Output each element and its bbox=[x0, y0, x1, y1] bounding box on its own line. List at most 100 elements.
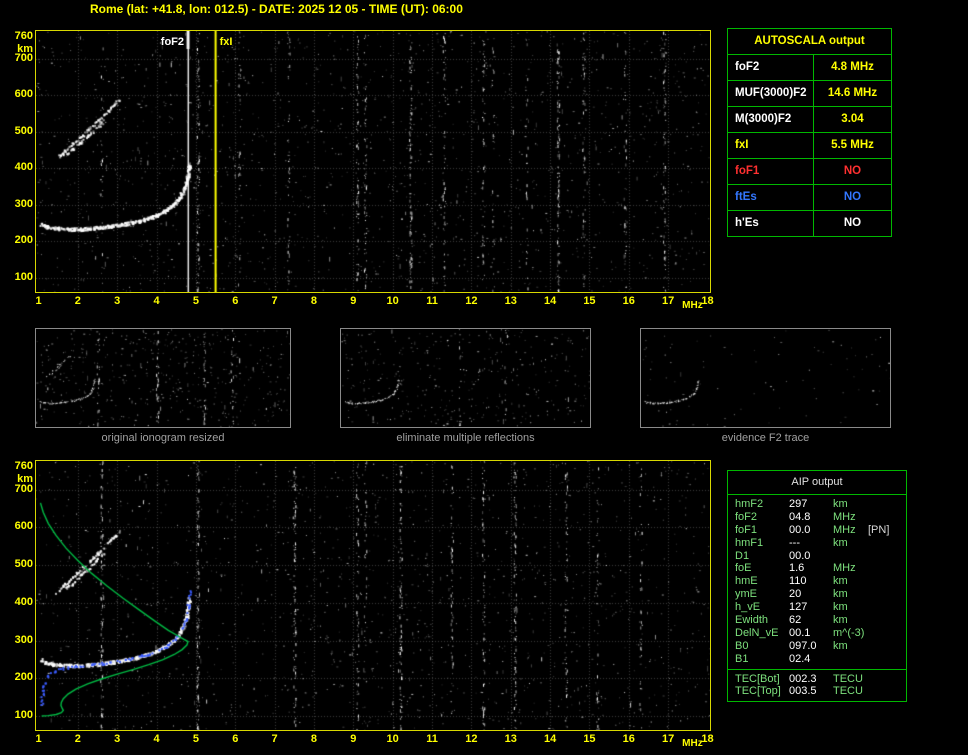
aip-param-label: D1 bbox=[735, 549, 750, 562]
aip-param-value: 00.0 bbox=[789, 549, 811, 562]
aip-param-value: 00.0 bbox=[789, 523, 811, 536]
foF2-marker-label: foF2 bbox=[160, 36, 185, 48]
aip-row-TEC[Bot]: TEC[Bot] 002.3 TECU bbox=[728, 673, 906, 686]
y-tick-top-600: 600 bbox=[14, 88, 33, 101]
x-tick-bottom-13: 13 bbox=[504, 733, 517, 745]
x-tick-bottom-12: 12 bbox=[465, 733, 478, 745]
aip-param-unit: km bbox=[833, 601, 848, 614]
autoscala-row-3: fxI 5.5 MHz bbox=[728, 133, 891, 159]
autoscala-output-screen: Rome (lat: +41.8, lon: 012.5) - DATE: 20… bbox=[0, 0, 968, 755]
aip-row-hmF2: hmF2 297 km bbox=[728, 498, 906, 511]
y-tick-bottom-200: 200 bbox=[14, 671, 33, 684]
y-axis-unit-top: km bbox=[17, 43, 33, 55]
aip-param-label: hmE bbox=[735, 575, 758, 588]
y-tick-top-200: 200 bbox=[14, 234, 33, 247]
aip-row-hmE: hmE 110 km bbox=[728, 575, 906, 588]
x-tick-top-13: 13 bbox=[504, 295, 517, 307]
x-tick-top-9: 9 bbox=[350, 295, 357, 307]
aip-param-label: hmF2 bbox=[735, 498, 764, 510]
aip-param-label: foF1 bbox=[735, 523, 758, 536]
y-tick-bottom-600: 600 bbox=[14, 520, 33, 533]
autoscala-panel-title: AUTOSCALA output bbox=[728, 29, 891, 55]
autoscala-param-label: foF1 bbox=[735, 165, 760, 177]
x-tick-top-16: 16 bbox=[622, 295, 635, 307]
aip-param-unit: km bbox=[833, 498, 848, 510]
autoscala-param-label: MUF(3000)F2 bbox=[735, 87, 807, 99]
x-tick-bottom-8: 8 bbox=[310, 733, 318, 745]
aip-param-unit bbox=[830, 550, 868, 563]
autoscala-param-value: NO bbox=[813, 159, 891, 184]
autoscala-row-0: foF2 4.8 MHz bbox=[728, 55, 891, 81]
main-ionogram-canvas bbox=[36, 31, 710, 292]
aip-param-value: 110 bbox=[789, 575, 807, 588]
profile-ionogram-canvas bbox=[36, 461, 710, 730]
thumbnail-f2-canvas bbox=[641, 329, 890, 427]
x-tick-top-17: 17 bbox=[662, 295, 675, 307]
autoscala-param-label: foF2 bbox=[735, 61, 760, 73]
aip-param-value: 097.0 bbox=[789, 639, 817, 652]
aip-param-value: --- bbox=[789, 536, 800, 549]
autoscala-rows: foF2 4.8 MHz MUF(3000)F2 14.6 MHz M(3000)F2 3… bbox=[728, 55, 891, 236]
aip-row-Ewidth: Ewidth 62 km bbox=[728, 614, 906, 627]
y-axis-unit-bottom: km bbox=[17, 473, 33, 485]
x-tick-top-1: 1 bbox=[35, 295, 42, 307]
aip-param-unit: m^(-3) bbox=[833, 626, 865, 639]
aip-row-hmF1: hmF1 --- km bbox=[728, 537, 906, 550]
x-tick-bottom-6: 6 bbox=[232, 733, 239, 745]
autoscala-param-label: M(3000)F2 bbox=[735, 113, 792, 125]
aip-tec-rows: TEC[Bot] 002.3 TECU TEC[Top] 003.5 TECU bbox=[728, 668, 906, 702]
x-tick-top-3: 3 bbox=[114, 295, 121, 307]
fxI-marker-label: fxI bbox=[219, 36, 233, 48]
aip-panel-title: AIP output bbox=[728, 471, 906, 495]
x-tick-top-8: 8 bbox=[310, 295, 318, 307]
aip-rows: hmF2 297 km foF2 04.8 MHz foF1 00.0 MHz [PN] hmF1 -… bbox=[728, 495, 906, 669]
autoscala-param-label: ftEs bbox=[735, 191, 757, 203]
aip-param-value: 002.3 bbox=[789, 672, 817, 685]
aip-param-label: DelN_vE bbox=[735, 626, 779, 639]
thumbnail-caption-filtered: eliminate multiple reflections bbox=[396, 432, 535, 444]
x-tick-bottom-11: 11 bbox=[426, 733, 438, 745]
aip-row-B1: B1 02.4 bbox=[728, 653, 906, 666]
thumbnail-caption-f2: evidence F2 trace bbox=[721, 432, 810, 444]
y-tick-bottom-300: 300 bbox=[14, 633, 33, 646]
aip-param-unit: km bbox=[833, 575, 848, 588]
main-ionogram-panel bbox=[35, 30, 711, 293]
aip-param-label: ymE bbox=[735, 588, 757, 601]
aip-row-foF2: foF2 04.8 MHz bbox=[728, 511, 906, 524]
y-tick-bottom-100: 100 bbox=[14, 709, 33, 721]
x-tick-top-5: 5 bbox=[192, 295, 199, 307]
aip-param-label: foF2 bbox=[735, 510, 758, 523]
aip-row-B0: B0 097.0 km bbox=[728, 640, 906, 653]
x-tick-bottom-17: 17 bbox=[662, 733, 675, 745]
aip-param-extra: [PN] bbox=[868, 523, 890, 536]
aip-param-unit: MHz bbox=[833, 510, 856, 523]
aip-row-foF1: foF1 00.0 MHz [PN] bbox=[728, 524, 906, 537]
thumbnail-f2-trace bbox=[640, 328, 891, 428]
x-tick-top-6: 6 bbox=[232, 295, 239, 307]
x-tick-top-14: 14 bbox=[543, 295, 557, 307]
thumbnail-original-ionogram bbox=[35, 328, 291, 428]
aip-param-unit bbox=[830, 653, 868, 666]
x-tick-top-11: 11 bbox=[426, 295, 438, 307]
aip-param-label: TEC[Bot] bbox=[735, 672, 780, 685]
autoscala-param-label: h'Es bbox=[735, 217, 759, 229]
autoscala-param-label: fxI bbox=[735, 139, 749, 151]
aip-param-label: Ewidth bbox=[735, 614, 769, 627]
aip-param-label: hmF1 bbox=[735, 536, 764, 549]
x-tick-bottom-5: 5 bbox=[192, 733, 199, 745]
thumbnail-filtered-ionogram bbox=[340, 328, 591, 428]
aip-param-unit: TECU bbox=[833, 672, 863, 685]
station-header: Rome (lat: +41.8, lon: 012.5) - DATE: 20… bbox=[90, 2, 463, 16]
autoscala-row-6: h'Es NO bbox=[728, 211, 891, 236]
aip-param-value: 62 bbox=[789, 614, 802, 627]
autoscala-row-5: ftEs NO bbox=[728, 185, 891, 211]
y-tick-top-300: 300 bbox=[14, 197, 33, 210]
x-tick-bottom-14: 14 bbox=[543, 733, 557, 745]
autoscala-param-value: 14.6 MHz bbox=[813, 81, 891, 106]
autoscala-param-value: 5.5 MHz bbox=[813, 133, 891, 158]
x-tick-bottom-1: 1 bbox=[35, 733, 42, 745]
aip-param-value: 04.8 bbox=[789, 510, 811, 523]
x-tick-bottom-3: 3 bbox=[114, 733, 121, 745]
aip-row-ymE: ymE 20 km bbox=[728, 588, 906, 601]
x-tick-bottom-10: 10 bbox=[386, 733, 399, 745]
